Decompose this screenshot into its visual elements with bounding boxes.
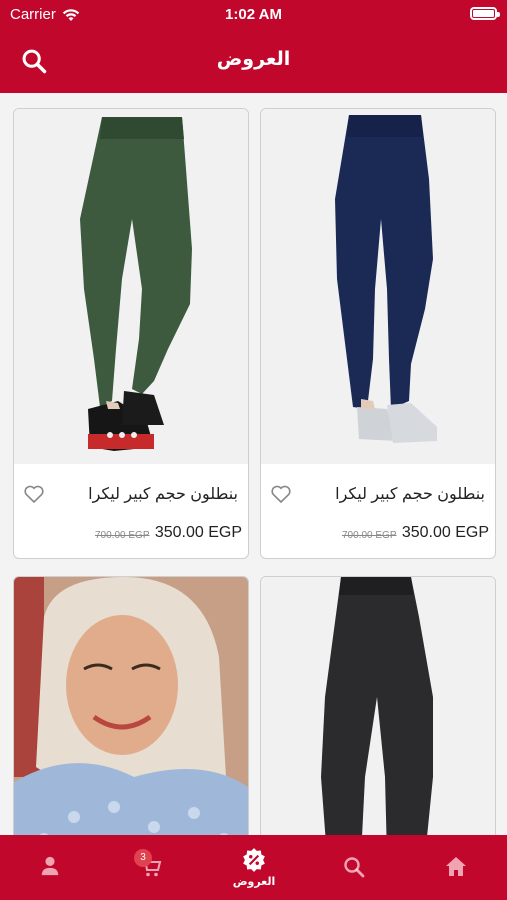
tab-offers[interactable]: العروض bbox=[222, 835, 286, 900]
cart-count-badge: 3 bbox=[134, 849, 152, 867]
product-card[interactable]: بنطلون حجم كبير ليكرا 700.00 EGP 350.00 … bbox=[13, 108, 249, 559]
product-card[interactable]: بنطلون حجم كبير ليكرا 700.00 EGP 350.00 … bbox=[260, 108, 496, 559]
black-leggings-photo bbox=[261, 577, 495, 835]
product-name: بنطلون حجم كبير ليكرا bbox=[88, 486, 238, 503]
product-image[interactable] bbox=[261, 577, 495, 835]
tab-profile[interactable] bbox=[30, 835, 70, 900]
product-info: بنطلون حجم كبير ليكرا 700.00 EGP 350.00 … bbox=[261, 464, 495, 558]
hijab-model-photo bbox=[14, 577, 248, 835]
product-image[interactable] bbox=[14, 109, 248, 464]
original-price: 700.00 EGP bbox=[95, 530, 150, 541]
heart-icon[interactable] bbox=[269, 482, 293, 506]
product-image[interactable] bbox=[261, 109, 495, 464]
status-bar: Carrier 1:02 AM bbox=[0, 0, 507, 30]
discount-badge-icon bbox=[243, 848, 265, 872]
product-grid: بنطلون حجم كبير ليكرا 700.00 EGP 350.00 … bbox=[0, 93, 507, 835]
battery-icon bbox=[470, 7, 500, 20]
product-info: بنطلون حجم كبير ليكرا 700.00 EGP 350.00 … bbox=[14, 464, 248, 558]
product-card[interactable] bbox=[13, 576, 249, 835]
product-image[interactable] bbox=[14, 577, 248, 835]
original-price: 700.00 EGP bbox=[342, 530, 397, 541]
tab-cart[interactable]: 3 bbox=[126, 835, 176, 900]
home-icon bbox=[446, 857, 466, 876]
product-card[interactable] bbox=[260, 576, 496, 835]
sale-price: 350.00 EGP bbox=[401, 524, 489, 541]
product-name: بنطلون حجم كبير ليكرا bbox=[335, 486, 485, 503]
tab-home[interactable] bbox=[434, 835, 478, 900]
green-leggings-photo bbox=[14, 109, 248, 464]
navy-leggings-photo bbox=[261, 109, 495, 464]
page-title: العروض bbox=[216, 49, 291, 70]
clock: 1:02 AM bbox=[225, 6, 282, 23]
search-icon bbox=[344, 857, 365, 878]
tab-offers-label: العروض bbox=[232, 876, 276, 888]
bottom-tab-bar: 3 العروض bbox=[0, 835, 507, 900]
user-icon bbox=[41, 856, 59, 876]
sale-price: 350.00 EGP bbox=[154, 524, 242, 541]
tab-search[interactable] bbox=[332, 835, 376, 900]
app-header: Carrier 1:02 AM العروض bbox=[0, 0, 507, 93]
heart-icon[interactable] bbox=[22, 482, 46, 506]
